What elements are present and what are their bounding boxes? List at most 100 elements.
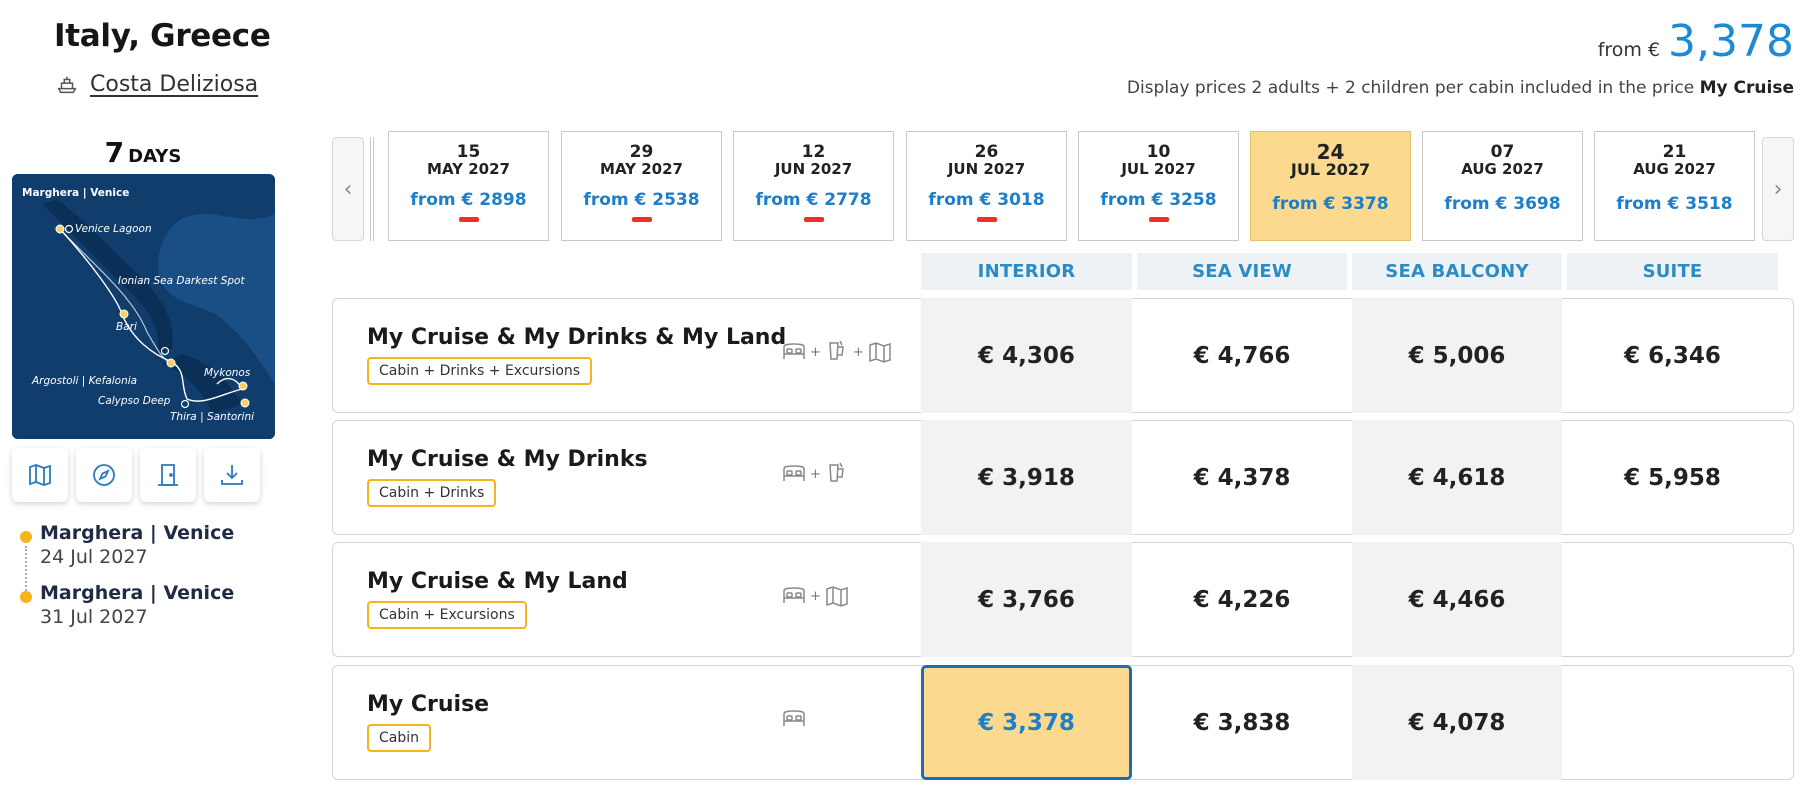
price-cell-sea-view[interactable]: € 4,766 bbox=[1137, 298, 1347, 413]
stop-port: Marghera | Venice bbox=[40, 582, 235, 604]
duration-number: 7 bbox=[104, 136, 125, 169]
cabin-button[interactable] bbox=[140, 448, 196, 502]
discount-indicator bbox=[631, 217, 652, 222]
starting-price: from € 3,378 bbox=[1598, 16, 1794, 67]
discount-indicator bbox=[458, 217, 479, 222]
date-price: from € 2898 bbox=[410, 190, 527, 210]
price-cell-interior[interactable]: € 3,918 bbox=[921, 420, 1132, 535]
date-price: from € 2538 bbox=[583, 190, 700, 210]
chevron-left-icon: ‹ bbox=[343, 176, 353, 202]
route-map[interactable]: Marghera | Venice Venice Lagoon Ionian S… bbox=[12, 174, 275, 439]
date-month: JUL 2027 bbox=[1290, 160, 1371, 179]
package-row: My Cruise & My Drinks Cabin + Drinks + €… bbox=[332, 420, 1794, 535]
category-header-sea-balcony: SEA BALCONY bbox=[1352, 253, 1562, 290]
itinerary-stop: Marghera | Venice 24 Jul 2027 bbox=[20, 522, 234, 568]
price-cell-sea-view[interactable]: € 4,226 bbox=[1137, 542, 1347, 657]
package-row: My Cruise & My Drinks & My Land Cabin + … bbox=[332, 298, 1794, 413]
date-day: 10 bbox=[1146, 142, 1171, 162]
map-excursion-icon bbox=[826, 586, 848, 607]
map-label-venice: Marghera | Venice bbox=[22, 187, 129, 199]
display-note-text: Display prices 2 adults + 2 children per… bbox=[1126, 78, 1695, 98]
drink-icon bbox=[829, 462, 844, 482]
price-cell-interior-selected[interactable]: € 3,378 bbox=[921, 665, 1132, 780]
date-day: 12 bbox=[801, 142, 826, 162]
package-icons: + bbox=[781, 583, 850, 609]
duration-unit: DAYS bbox=[128, 146, 182, 167]
duration: 7 DAYS bbox=[0, 136, 286, 169]
bed-icon bbox=[783, 343, 805, 359]
price-cell-sea-balcony[interactable]: € 5,006 bbox=[1352, 298, 1562, 413]
date-month: MAY 2027 bbox=[427, 160, 510, 178]
date-option[interactable]: 15 MAY 2027 from € 2898 bbox=[388, 131, 549, 241]
price-cell-suite[interactable]: € 5,958 bbox=[1567, 420, 1778, 535]
map-excursion-icon bbox=[869, 342, 891, 363]
date-month: JUN 2027 bbox=[947, 160, 1026, 178]
itinerary-list: Marghera | Venice 24 Jul 2027 Marghera |… bbox=[20, 522, 234, 642]
price-cell-sea-balcony[interactable]: € 4,078 bbox=[1352, 665, 1562, 780]
download-button[interactable] bbox=[204, 448, 260, 502]
ship-link[interactable]: Costa Deliziosa bbox=[56, 72, 258, 97]
map-label-ionian: Ionian Sea Darkest Spot bbox=[118, 275, 245, 287]
package-tag: Cabin + Excursions bbox=[367, 601, 527, 629]
price-cell-suite bbox=[1567, 665, 1778, 780]
date-price: from € 3018 bbox=[928, 190, 1045, 210]
download-icon bbox=[221, 465, 243, 485]
package-name: My Cruise & My Drinks bbox=[367, 447, 648, 472]
package-icons bbox=[781, 706, 807, 732]
package-name: My Cruise & My Land bbox=[367, 569, 628, 594]
stop-dot bbox=[20, 531, 32, 543]
package-tag: Cabin bbox=[367, 724, 432, 752]
price-cell-sea-balcony[interactable]: € 4,466 bbox=[1352, 542, 1562, 657]
map-button[interactable] bbox=[12, 448, 68, 502]
ship-name[interactable]: Costa Deliziosa bbox=[90, 72, 258, 97]
price-cell-sea-balcony[interactable]: € 4,618 bbox=[1352, 420, 1562, 535]
stop-dot bbox=[20, 591, 32, 603]
carousel-next-button[interactable]: › bbox=[1762, 137, 1794, 241]
price-cell-interior[interactable]: € 4,306 bbox=[921, 298, 1132, 413]
package-icons: + bbox=[781, 461, 850, 487]
price-cell-sea-view[interactable]: € 4,378 bbox=[1137, 420, 1347, 535]
date-option[interactable]: 07 AUG 2027 from € 3698 bbox=[1422, 131, 1583, 241]
map-label-lagoon: Venice Lagoon bbox=[75, 223, 152, 235]
date-option[interactable]: 26 JUN 2027 from € 3018 bbox=[906, 131, 1067, 241]
map-label-calypso: Calypso Deep bbox=[98, 395, 171, 407]
display-prices-note: Display prices 2 adults + 2 children per… bbox=[1127, 78, 1794, 98]
map-label-santorini: Thira | Santorini bbox=[170, 411, 254, 423]
category-header-sea-view: SEA VIEW bbox=[1137, 253, 1347, 290]
date-day: 29 bbox=[629, 142, 654, 162]
package-tag: Cabin + Drinks + Excursions bbox=[367, 357, 593, 385]
date-price: from € 3378 bbox=[1272, 194, 1389, 214]
date-day: 26 bbox=[974, 142, 999, 162]
drink-icon bbox=[829, 340, 844, 360]
price-cell-interior[interactable]: € 3,766 bbox=[921, 542, 1132, 657]
destination-title: Italy, Greece bbox=[54, 18, 271, 54]
price-cell-suite[interactable]: € 6,346 bbox=[1567, 298, 1778, 413]
date-day: 21 bbox=[1662, 142, 1687, 162]
date-option[interactable]: 12 JUN 2027 from € 2778 bbox=[733, 131, 894, 241]
date-option[interactable]: 21 AUG 2027 from € 3518 bbox=[1594, 131, 1755, 241]
category-header-suite: SUITE bbox=[1567, 253, 1778, 290]
compass-button[interactable] bbox=[76, 448, 132, 502]
stop-date: 24 Jul 2027 bbox=[40, 546, 148, 568]
date-day: 15 bbox=[456, 142, 481, 162]
map-label-argostoli: Argostoli | Kefalonia bbox=[31, 375, 137, 387]
price-cell-suite bbox=[1567, 542, 1778, 657]
price-from-value: 3,378 bbox=[1668, 16, 1794, 67]
price-cell-sea-view[interactable]: € 3,838 bbox=[1137, 665, 1347, 780]
plus-sign: + bbox=[852, 344, 864, 360]
map-label-mykonos: Mykonos bbox=[204, 367, 251, 379]
plus-sign: + bbox=[810, 466, 821, 482]
bed-icon bbox=[783, 710, 805, 726]
date-price: from € 3698 bbox=[1444, 194, 1561, 214]
date-price: from € 2778 bbox=[755, 190, 872, 210]
date-month: MAY 2027 bbox=[600, 160, 683, 178]
compass-icon bbox=[93, 464, 115, 486]
date-option-selected[interactable]: 24 JUL 2027 from € 3378 bbox=[1250, 131, 1411, 241]
category-header-interior: INTERIOR bbox=[921, 253, 1132, 290]
package-name: My Cruise & My Drinks & My Land bbox=[367, 325, 787, 350]
date-option[interactable]: 29 MAY 2027 from € 2538 bbox=[561, 131, 722, 241]
package-tag: Cabin + Drinks bbox=[367, 479, 497, 507]
map-label-bari: Bari bbox=[116, 321, 137, 333]
date-option[interactable]: 10 JUL 2027 from € 3258 bbox=[1078, 131, 1239, 241]
carousel-prev-button[interactable]: ‹ bbox=[332, 137, 364, 241]
